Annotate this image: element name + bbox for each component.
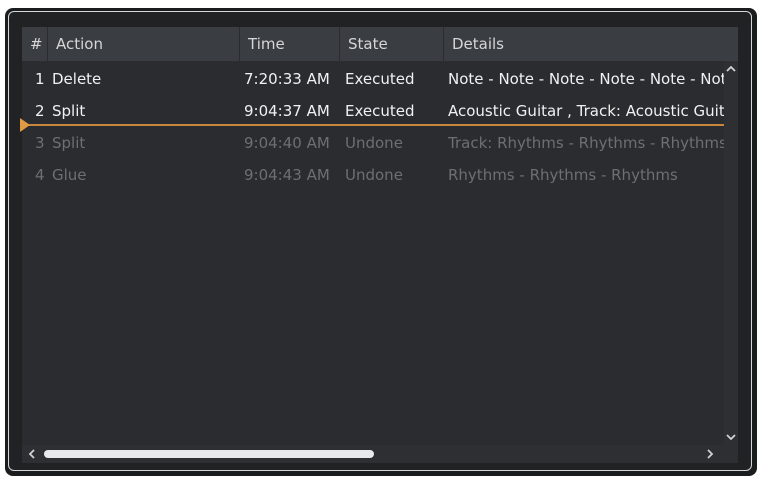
horizontal-scroll-thumb[interactable] <box>44 450 374 458</box>
vertical-scrollbar[interactable] <box>724 61 738 445</box>
chevron-right-icon[interactable] <box>702 445 718 463</box>
column-header-action[interactable]: Action <box>48 27 240 61</box>
column-header-row: # Action Time State Details <box>22 27 738 61</box>
row-state: Undone <box>345 166 403 184</box>
column-header-details[interactable]: Details <box>444 27 738 61</box>
history-row[interactable]: 4 Glue 9:04:43 AM Undone Rhythms - Rhyth… <box>22 159 722 191</box>
row-action: Delete <box>52 70 102 88</box>
history-row[interactable]: 2 Split 9:04:37 AM Executed Acoustic Gui… <box>22 95 724 127</box>
column-header-number[interactable]: # <box>22 27 48 61</box>
edit-history-window: # Action Time State Details 1 Delete 7:2… <box>5 8 757 476</box>
chevron-down-icon[interactable] <box>724 429 738 445</box>
row-time: 7:20:33 AM <box>244 70 330 88</box>
row-number: 1 <box>35 70 45 88</box>
row-action: Glue <box>52 166 87 184</box>
row-state: Executed <box>345 102 415 120</box>
row-state: Undone <box>345 134 403 152</box>
undo-position-marker-line[interactable] <box>22 124 724 126</box>
row-state: Executed <box>345 70 415 88</box>
horizontal-scrollbar[interactable] <box>22 445 738 463</box>
row-number: 3 <box>35 134 45 152</box>
column-header-state[interactable]: State <box>340 27 444 61</box>
row-time: 9:04:40 AM <box>244 134 330 152</box>
history-panel: # Action Time State Details 1 Delete 7:2… <box>8 11 752 471</box>
row-action: Split <box>52 134 86 152</box>
row-time: 9:04:37 AM <box>244 102 330 120</box>
history-row[interactable]: 3 Split 9:04:40 AM Undone Track: Rhythms… <box>22 127 724 159</box>
row-number: 4 <box>35 166 45 184</box>
chevron-left-icon[interactable] <box>24 445 40 463</box>
row-time: 9:04:43 AM <box>244 166 330 184</box>
row-details: Acoustic Guitar , Track: Acoustic Guitar <box>448 102 724 120</box>
row-action: Split <box>52 102 86 120</box>
history-list: # Action Time State Details 1 Delete 7:2… <box>20 27 738 463</box>
row-details: Track: Rhythms - Rhythms - Rhythms - F <box>448 134 724 152</box>
column-header-time[interactable]: Time <box>240 27 340 61</box>
row-details: Note - Note - Note - Note - Note - Not <box>448 70 724 88</box>
history-row[interactable]: 1 Delete 7:20:33 AM Executed Note - Note… <box>22 63 724 95</box>
row-details: Rhythms - Rhythms - Rhythms <box>448 166 678 184</box>
chevron-up-icon[interactable] <box>724 61 738 77</box>
row-number: 2 <box>35 102 45 120</box>
